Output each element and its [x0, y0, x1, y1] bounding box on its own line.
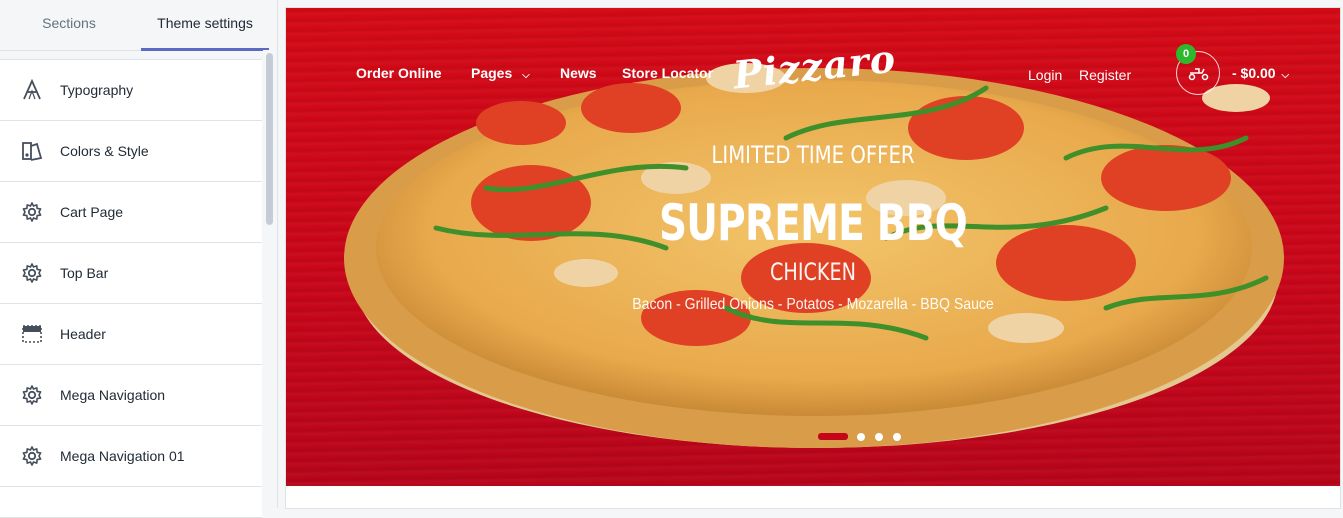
settings-item-cart-page[interactable]: Cart Page	[0, 182, 262, 243]
cart-count-badge: 0	[1176, 44, 1196, 64]
header-layout-icon	[22, 325, 42, 343]
settings-item-colors-style[interactable]: Colors & Style	[0, 121, 262, 182]
nav-order-online[interactable]: Order Online	[356, 65, 442, 81]
slide-ingredients: Bacon - Grilled Onions - Potatos - Mozar…	[632, 296, 994, 313]
chevron-down-icon: ⌵	[522, 70, 530, 81]
nav-pages-label: Pages	[471, 65, 513, 81]
theme-settings-list: Typography Colors & Style Cart Page Top …	[0, 59, 262, 518]
settings-item-label: Top Bar	[60, 265, 109, 281]
gear-icon	[22, 263, 42, 283]
chevron-down-icon: ⌵	[1281, 70, 1290, 81]
typography-icon	[23, 79, 41, 100]
cart-total-value: - $0.00	[1232, 65, 1276, 81]
settings-item-typography[interactable]: Typography	[0, 60, 262, 121]
storefront-preview: Order Online Pages ⌵ News Store Locator …	[286, 8, 1340, 508]
settings-item-top-bar[interactable]: Top Bar	[0, 243, 262, 304]
settings-item-mega-navigation-01[interactable]: Mega Navigation 01	[0, 426, 262, 487]
nav-news[interactable]: News	[560, 65, 597, 81]
gear-icon	[22, 385, 42, 405]
settings-item-label: Mega Navigation 01	[60, 448, 185, 464]
settings-item-label: Cart Page	[60, 204, 124, 220]
slide-offer-text: LIMITED TIME OFFER	[711, 141, 915, 169]
nav-store-locator[interactable]: Store Locator	[622, 65, 713, 81]
slider-dot-1[interactable]	[818, 433, 848, 440]
sidebar-tabs: Sections Theme settings	[0, 0, 277, 51]
nav-pages[interactable]: Pages ⌵	[471, 65, 530, 81]
slider-dot-4[interactable]	[893, 433, 901, 441]
settings-item-label: Colors & Style	[60, 143, 149, 159]
slide-headline: SUPREME BBQ	[658, 194, 968, 252]
cart-total[interactable]: - $0.00 ⌵	[1232, 65, 1289, 81]
settings-item-header[interactable]: Header	[0, 304, 262, 365]
settings-item-label: Typography	[60, 82, 134, 98]
gear-icon	[22, 202, 42, 222]
hero-slider: Order Online Pages ⌵ News Store Locator …	[286, 8, 1340, 486]
slider-dot-3[interactable]	[875, 433, 883, 441]
theme-editor-sidebar: Sections Theme settings Typography Color…	[0, 0, 278, 518]
settings-item-mega-navigation[interactable]: Mega Navigation	[0, 365, 262, 426]
color-palette-icon	[22, 142, 43, 161]
settings-item-label: Header	[60, 326, 106, 342]
register-link[interactable]: Register	[1079, 67, 1131, 83]
tab-theme-settings[interactable]: Theme settings	[141, 0, 269, 51]
settings-item-label: Mega Navigation	[60, 387, 166, 403]
slider-dot-2[interactable]	[857, 433, 865, 441]
tab-sections[interactable]: Sections	[0, 0, 138, 48]
gear-icon	[22, 446, 42, 466]
sidebar-scrollbar-thumb[interactable]	[266, 53, 273, 225]
slide-subheadline: CHICKEN	[770, 258, 856, 286]
settings-item-partial[interactable]	[0, 487, 262, 518]
login-link[interactable]: Login	[1028, 67, 1062, 83]
